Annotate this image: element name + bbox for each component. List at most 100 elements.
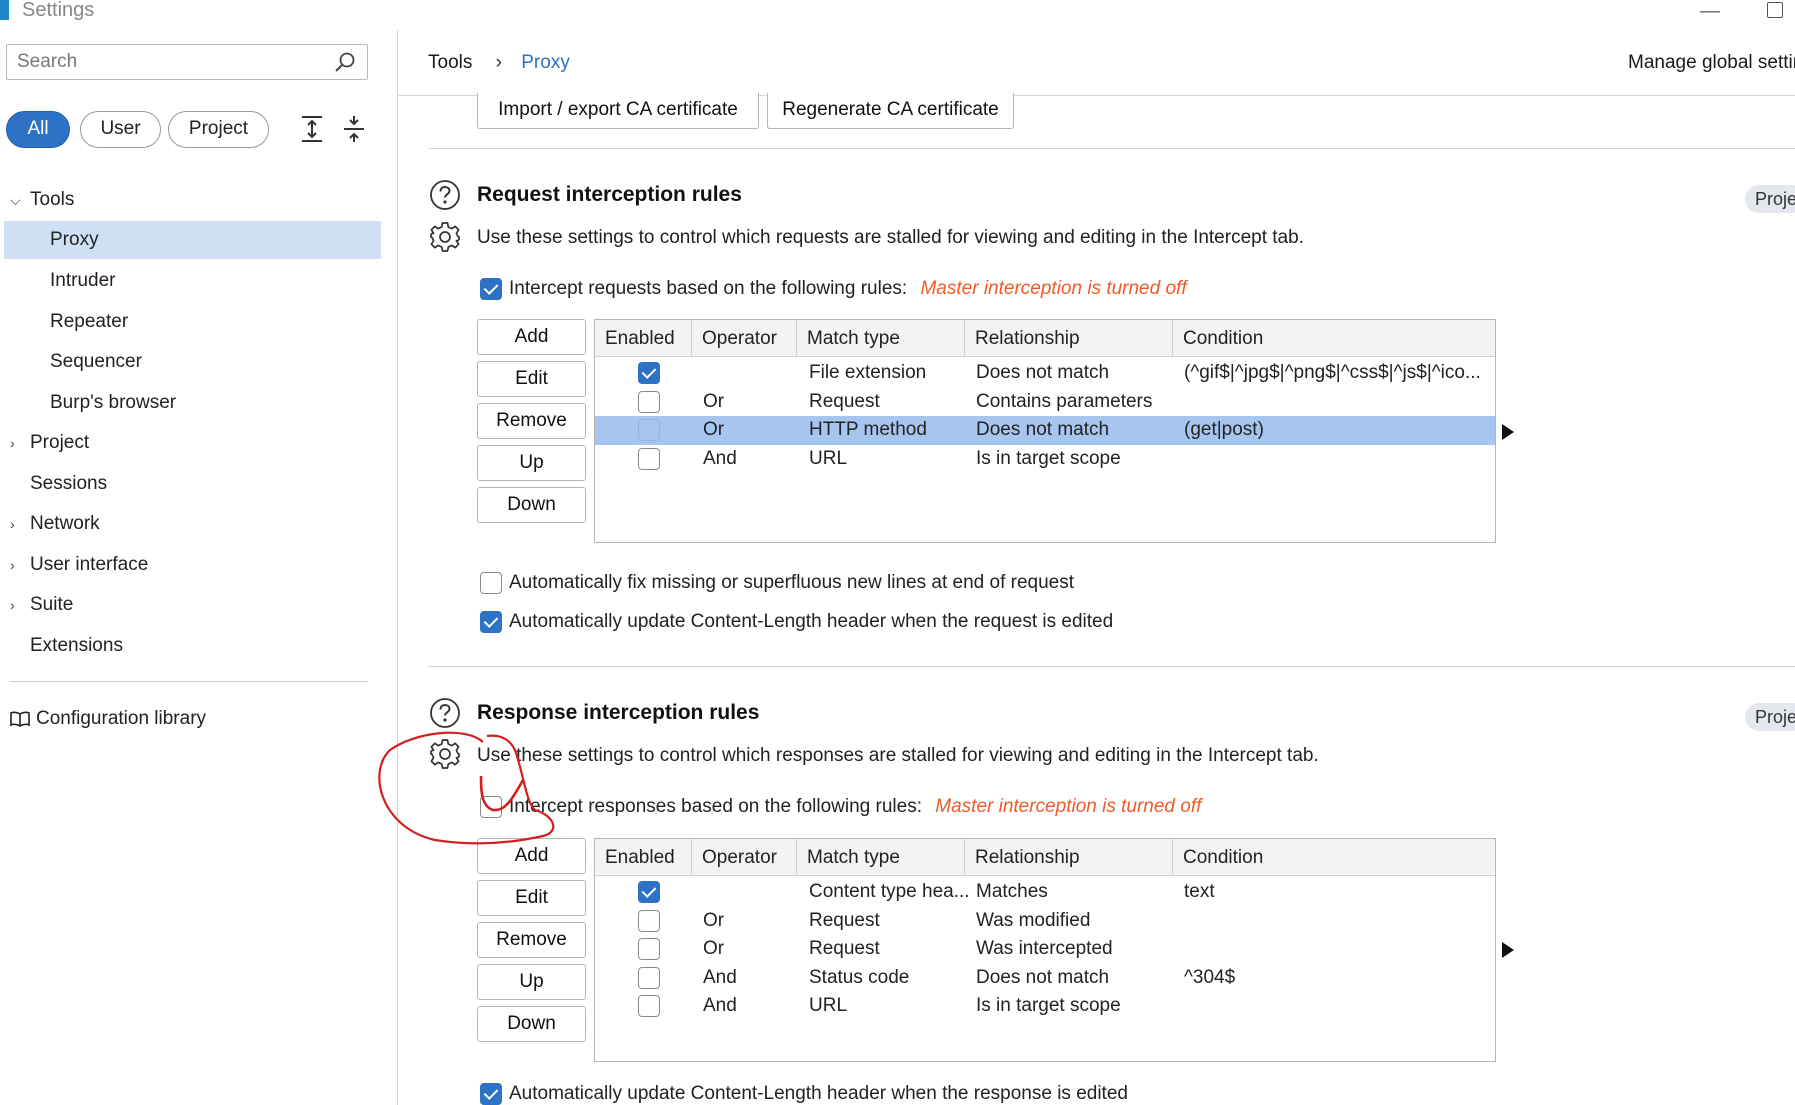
table-row[interactable]: And URL Is in target scope — [595, 445, 1495, 474]
col-condition[interactable]: Condition — [1173, 320, 1495, 357]
col-match-type[interactable]: Match type — [797, 320, 965, 357]
row-enabled-checkbox[interactable] — [638, 995, 660, 1017]
row-operator: Or — [703, 938, 725, 959]
maximize-button[interactable] — [1767, 2, 1783, 18]
tree-network-label: Network — [30, 513, 100, 534]
row-enabled-checkbox[interactable] — [638, 909, 660, 932]
row-operator: Or — [703, 390, 725, 412]
row-relationship: Is in target scope — [976, 995, 1121, 1016]
row-enabled-checkbox[interactable] — [638, 362, 660, 384]
tree-network[interactable]: › Network — [0, 505, 380, 543]
help-icon[interactable] — [429, 179, 461, 211]
response-update-length-checkbox[interactable] — [480, 1083, 502, 1105]
project-badge: Proje — [1745, 185, 1795, 213]
response-remove-button[interactable]: Remove — [477, 922, 586, 958]
row-enabled-checkbox[interactable] — [638, 390, 660, 413]
table-row[interactable]: Content type hea... Matches text — [595, 878, 1495, 907]
collapse-all-icon[interactable] — [340, 114, 368, 144]
intercept-requests-label: Intercept requests based on the followin… — [509, 278, 1187, 300]
search-input[interactable] — [15, 49, 315, 75]
row-match-type: Status code — [809, 966, 910, 988]
intercept-requests-checkbox[interactable] — [480, 278, 502, 300]
tree-burps-browser-label: Burp's browser — [50, 392, 177, 413]
col-relationship[interactable]: Relationship — [965, 839, 1173, 876]
row-enabled-checkbox[interactable] — [638, 881, 660, 903]
breadcrumb: Tools › Proxy — [428, 52, 570, 74]
response-section-title: Response interception rules — [477, 701, 760, 724]
config-library-link[interactable]: Configuration library — [0, 700, 380, 738]
request-rules-table: Enabled Operator Match type Relationship… — [594, 319, 1496, 543]
table-row[interactable]: Or Request Was intercepted — [595, 935, 1495, 964]
response-add-button[interactable]: Add — [477, 838, 586, 874]
request-down-button[interactable]: Down — [477, 487, 586, 523]
tree-burps-browser[interactable]: Burp's browser — [0, 384, 380, 422]
intercept-responses-checkbox[interactable] — [480, 796, 502, 818]
tree-sessions[interactable]: Sessions — [0, 465, 380, 503]
title-bar: Settings — — [0, 0, 1795, 26]
import-export-ca-button[interactable]: Import / export CA certificate — [477, 93, 759, 129]
expand-all-icon[interactable] — [298, 114, 326, 144]
request-update-length-checkbox[interactable] — [480, 611, 502, 633]
response-down-button[interactable]: Down — [477, 1006, 586, 1042]
tree-proxy[interactable]: Proxy — [4, 221, 381, 259]
chevron-right-icon: › — [10, 597, 15, 613]
breadcrumb-proxy[interactable]: Proxy — [521, 52, 570, 73]
col-enabled[interactable]: Enabled — [595, 320, 692, 357]
table-row-selected[interactable]: Or HTTP method Does not match (get|post) — [595, 416, 1495, 445]
table-row[interactable]: File extension Does not match (^gif$|^jp… — [595, 359, 1495, 388]
request-add-button[interactable]: Add — [477, 319, 586, 355]
col-relationship[interactable]: Relationship — [965, 320, 1173, 357]
fix-newlines-checkbox[interactable] — [480, 572, 502, 594]
intercept-requests-text: Intercept requests based on the followin… — [509, 278, 908, 299]
chevron-down-icon: ⌵ — [10, 192, 21, 208]
breadcrumb-tools[interactable]: Tools — [428, 52, 472, 73]
tree-tools[interactable]: ⌵ Tools — [0, 181, 380, 219]
gear-icon[interactable] — [429, 221, 461, 253]
tree-suite[interactable]: › Suite — [0, 586, 380, 624]
gear-icon[interactable] — [429, 738, 461, 770]
search-icon[interactable] — [333, 51, 357, 75]
row-operator: And — [703, 995, 737, 1016]
filter-project[interactable]: Project — [168, 111, 269, 148]
table-row[interactable]: And URL Is in target scope — [595, 992, 1495, 1021]
row-operator: And — [703, 966, 737, 988]
tree-extensions[interactable]: Extensions — [0, 627, 380, 665]
response-edit-button[interactable]: Edit — [477, 880, 586, 916]
regenerate-ca-button[interactable]: Regenerate CA certificate — [767, 93, 1014, 129]
tree-repeater[interactable]: Repeater — [0, 303, 380, 341]
table-row[interactable]: And Status code Does not match ^304$ — [595, 964, 1495, 993]
tree-repeater-label: Repeater — [50, 311, 129, 332]
tree-user-interface[interactable]: › User interface — [0, 546, 380, 584]
minimize-button[interactable]: — — [1700, 0, 1720, 23]
manage-global-settings-link[interactable]: Manage global settir — [1628, 52, 1795, 74]
chevron-right-icon: › — [10, 435, 15, 451]
table-row[interactable]: Or Request Was modified — [595, 907, 1495, 936]
col-operator[interactable]: Operator — [692, 320, 797, 357]
help-icon[interactable] — [429, 697, 461, 729]
col-operator[interactable]: Operator — [692, 839, 797, 876]
tree-project[interactable]: › Project — [0, 424, 380, 462]
search-box[interactable] — [6, 44, 368, 80]
col-match-type[interactable]: Match type — [797, 839, 965, 876]
col-condition[interactable]: Condition — [1173, 839, 1495, 876]
tree-suite-label: Suite — [30, 594, 74, 615]
row-enabled-checkbox[interactable] — [638, 938, 660, 960]
request-up-button[interactable]: Up — [477, 445, 586, 481]
request-section-title: Request interception rules — [477, 183, 742, 206]
col-enabled[interactable]: Enabled — [595, 839, 692, 876]
row-enabled-checkbox[interactable] — [638, 966, 660, 989]
row-condition: ^304$ — [1184, 966, 1236, 988]
response-up-button[interactable]: Up — [477, 964, 586, 1000]
request-remove-button[interactable]: Remove — [477, 403, 586, 439]
filter-all[interactable]: All — [6, 111, 70, 148]
filter-user[interactable]: User — [80, 111, 161, 148]
expand-arrow-icon[interactable] — [1502, 942, 1514, 958]
tree-intruder[interactable]: Intruder — [0, 262, 380, 300]
row-enabled-checkbox[interactable] — [638, 447, 660, 470]
tree-sequencer[interactable]: Sequencer — [0, 343, 380, 381]
row-enabled-checkbox[interactable] — [638, 419, 660, 441]
fix-newlines-label: Automatically fix missing or superfluous… — [509, 572, 1074, 593]
table-row[interactable]: Or Request Contains parameters — [595, 388, 1495, 417]
request-edit-button[interactable]: Edit — [477, 361, 586, 397]
expand-arrow-icon[interactable] — [1502, 424, 1514, 440]
